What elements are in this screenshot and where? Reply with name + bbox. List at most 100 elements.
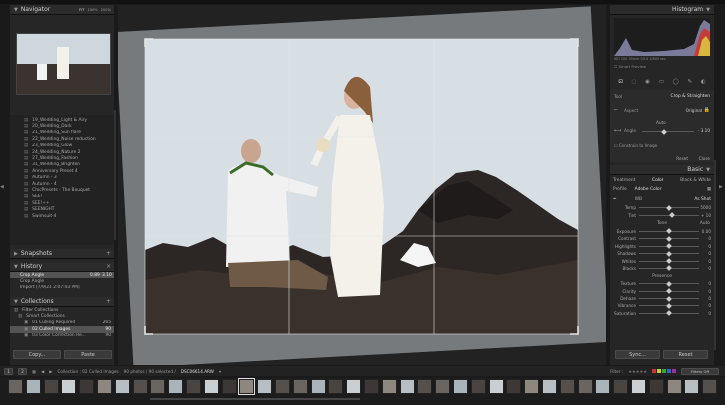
filmstrip-thumbnail[interactable]: [114, 379, 130, 394]
filmstrip-thumbnail[interactable]: [61, 379, 77, 394]
angle-value[interactable]: - 3.10: [698, 128, 710, 133]
slider-value[interactable]: 0: [699, 251, 711, 256]
slider-knob[interactable]: [669, 212, 675, 218]
filmstrip-thumbnail[interactable]: [577, 379, 593, 394]
filmstrip-thumbnail[interactable]: [524, 379, 540, 394]
filmstrip-thumbnail[interactable]: [702, 379, 718, 394]
filmstrip-source[interactable]: Collection : 02 Culled Images: [57, 369, 118, 374]
slider-track[interactable]: [639, 258, 699, 264]
filmstrip-thumbnail[interactable]: [542, 379, 557, 394]
filmstrip-thumbnail[interactable]: [684, 379, 700, 394]
filmstrip-thumbnail[interactable]: [364, 379, 379, 394]
slider-value[interactable]: 0.00: [699, 229, 711, 234]
history-item[interactable]: Import (7/9/21 2:07:43 PM): [10, 285, 114, 291]
filmstrip-thumbnail[interactable]: [292, 379, 308, 394]
slider-clarity[interactable]: Clarity 0: [610, 288, 714, 295]
adjustment-brush-icon[interactable]: ✎: [687, 79, 692, 85]
right-panel-toggle-icon[interactable]: ▶: [719, 184, 724, 194]
auto-straighten-button[interactable]: Auto: [656, 120, 666, 125]
slider-value[interactable]: 5000: [699, 205, 711, 210]
treatment-color-option[interactable]: Color: [652, 178, 663, 183]
range-mask-icon[interactable]: ◐: [701, 79, 706, 85]
crop-close-button[interactable]: Close: [699, 156, 710, 161]
right-panel-scrollbar[interactable]: [714, 160, 716, 350]
slider-knob[interactable]: [666, 303, 672, 309]
angle-slider[interactable]: [642, 128, 694, 135]
collections-header[interactable]: ▼ Collections +: [10, 297, 114, 307]
color-label-filter[interactable]: [652, 369, 676, 373]
histogram-header[interactable]: Histogram ▼: [610, 5, 714, 15]
slider-exposure[interactable]: Exposure 0.00: [610, 228, 714, 235]
filmstrip-thumbnail[interactable]: [346, 379, 362, 394]
profile-browser-icon[interactable]: ▦: [707, 187, 711, 192]
presets-scrollbar[interactable]: [114, 110, 116, 240]
add-snapshot-icon[interactable]: +: [106, 250, 114, 257]
slider-track[interactable]: [639, 243, 699, 250]
preset-item[interactable]: ▤ Swimsuit-4: [10, 213, 114, 219]
crop-frame-icon[interactable]: ⌐: [614, 107, 618, 113]
slider-tint[interactable]: Tint + 10: [610, 211, 714, 218]
filmstrip-thumbnail[interactable]: [132, 379, 148, 394]
smart-preview-row[interactable]: ☐ Smart Preview: [614, 64, 710, 69]
reset-button[interactable]: Reset: [663, 350, 708, 359]
slider-knob[interactable]: [666, 250, 672, 257]
zoom-200[interactable]: 200%: [101, 8, 114, 12]
back-arrow-icon[interactable]: ◀: [41, 369, 44, 374]
filmstrip-thumbnail[interactable]: [203, 379, 219, 394]
slider-value[interactable]: 0: [699, 244, 711, 249]
treatment-bw-option[interactable]: Black & White: [680, 178, 711, 183]
filmstrip-thumbnail[interactable]: [328, 379, 344, 394]
slider-track[interactable]: [639, 250, 699, 257]
slider-knob[interactable]: [666, 265, 672, 272]
slider-track[interactable]: [639, 204, 699, 211]
constrain-row[interactable]: ☐ Constrain to Image: [614, 143, 657, 148]
window-2-button[interactable]: 2: [18, 367, 27, 375]
grid-view-icon[interactable]: ▦: [32, 369, 36, 374]
slider-value[interactable]: + 10: [699, 213, 711, 218]
slider-knob[interactable]: [666, 288, 672, 295]
filmstrip-thumbnail[interactable]: [417, 379, 433, 394]
eyedropper-icon[interactable]: ✒: [613, 197, 617, 202]
slider-value[interactable]: 0: [699, 266, 711, 271]
slider-track[interactable]: [639, 288, 699, 295]
slider-value[interactable]: 0: [699, 311, 711, 316]
filmstrip-thumbnail[interactable]: [631, 379, 646, 394]
filmstrip-thumbnail[interactable]: [25, 379, 41, 394]
slider-track[interactable]: [639, 265, 699, 272]
filmstrip-thumbnail[interactable]: [453, 379, 468, 394]
basic-header[interactable]: Basic ▼: [610, 165, 714, 175]
filmstrip-thumbnail[interactable]: [613, 379, 629, 394]
filmstrip-thumbnail[interactable]: [488, 379, 504, 394]
filmstrip-thumbnail[interactable]: [381, 379, 397, 394]
filmstrip-thumbnail[interactable]: [310, 379, 326, 394]
slider-whites[interactable]: Whites 0: [610, 257, 714, 264]
filmstrip-thumbnail[interactable]: [97, 379, 112, 394]
slider-track[interactable]: [639, 295, 699, 302]
lock-icon[interactable]: 🔒: [704, 107, 710, 113]
filmstrip-thumbnail[interactable]: [150, 379, 166, 394]
slider-knob[interactable]: [666, 228, 672, 235]
aspect-dropdown[interactable]: Original: [686, 108, 702, 113]
filmstrip-thumbnail[interactable]: [506, 379, 522, 394]
slider-highlights[interactable]: Highlights 0: [610, 243, 714, 250]
filmstrip-thumbnail[interactable]: [168, 379, 184, 394]
slider-value[interactable]: 0: [699, 281, 711, 286]
slider-track[interactable]: [639, 280, 699, 287]
navigator-preview[interactable]: [16, 33, 111, 95]
slider-knob[interactable]: [666, 310, 672, 317]
window-1-button[interactable]: 1: [4, 367, 13, 375]
slider-knob[interactable]: [666, 204, 672, 211]
slider-value[interactable]: 0: [699, 303, 711, 308]
filmstrip-thumbnail[interactable]: [8, 379, 23, 394]
history-header[interactable]: ▼ History ×: [10, 262, 114, 272]
sync-button[interactable]: Sync...: [615, 350, 660, 359]
slider-saturation[interactable]: Saturation 0: [610, 310, 714, 317]
filmstrip-thumbnail[interactable]: [666, 379, 682, 394]
left-panel-toggle-icon[interactable]: ◀: [0, 184, 4, 194]
collection-item[interactable]: ▣ 03 Color Correction Re... 90: [10, 333, 114, 339]
slider-track[interactable]: [639, 228, 699, 235]
crop-reset-button[interactable]: Reset: [676, 156, 688, 161]
filmstrip-thumbnail[interactable]: [186, 379, 201, 394]
zoom-100[interactable]: 100%: [87, 8, 97, 12]
filmstrip[interactable]: [0, 377, 725, 405]
